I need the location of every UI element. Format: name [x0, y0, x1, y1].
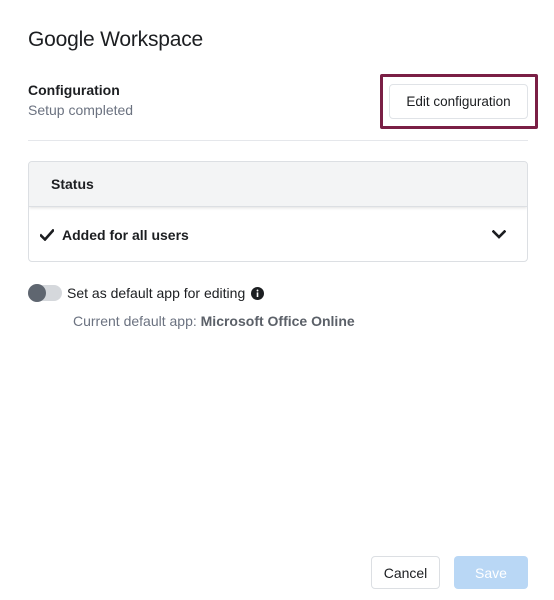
- current-default-app: Current default app: Microsoft Office On…: [73, 313, 355, 329]
- default-app-toggle-label: Set as default app for editing: [67, 285, 246, 301]
- chevron-down-icon[interactable]: [491, 227, 507, 243]
- status-row-text: Added for all users: [62, 226, 189, 243]
- app-settings-dialog: Google Workspace Configuration Setup com…: [0, 0, 554, 600]
- dialog-title: Google Workspace: [28, 28, 204, 51]
- status-row-expandable[interactable]: Added for all users: [29, 207, 527, 261]
- toggle-knob: [28, 284, 46, 302]
- current-default-app-prefix: Current default app:: [73, 313, 197, 329]
- save-button[interactable]: Save: [454, 556, 528, 589]
- default-app-toggle-row: Set as default app for editing: [28, 284, 265, 302]
- configuration-status: Setup completed: [28, 102, 134, 118]
- current-default-app-name: Microsoft Office Online: [200, 313, 355, 329]
- default-app-toggle[interactable]: [28, 284, 62, 302]
- check-icon: [40, 228, 54, 242]
- status-panel: Status Added for all users: [28, 161, 528, 262]
- configuration-section: Configuration Setup completed: [28, 82, 133, 118]
- info-icon[interactable]: [251, 286, 265, 300]
- configuration-label: Configuration: [28, 82, 120, 98]
- section-divider: [28, 140, 528, 141]
- cancel-button[interactable]: Cancel: [371, 556, 440, 589]
- edit-configuration-button[interactable]: Edit configuration: [389, 84, 528, 119]
- status-header: Status: [29, 162, 527, 207]
